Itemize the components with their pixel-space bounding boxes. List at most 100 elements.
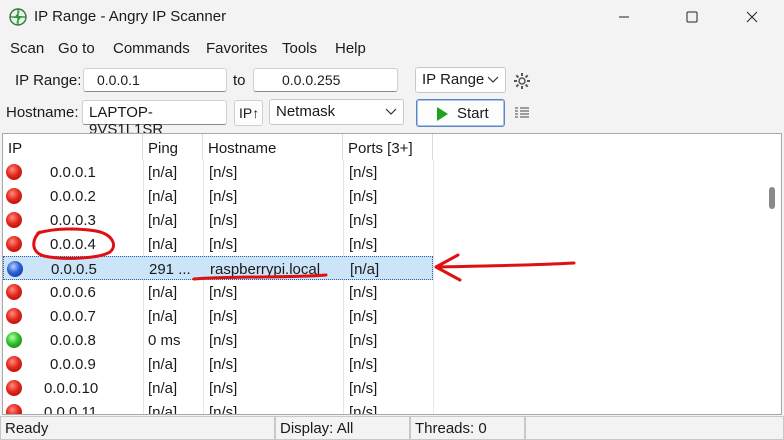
hostname-input[interactable]: LAPTOP-9VS1L1SR <box>82 100 227 138</box>
cell-hostname: raspberrypi.local <box>210 261 321 278</box>
table-row[interactable]: 0.0.0.8 0 ms [n/s] [n/s] <box>3 328 433 352</box>
gear-icon[interactable] <box>513 72 531 90</box>
table-row[interactable]: 0.0.0.7 [n/a] [n/s] [n/s] <box>3 304 433 328</box>
cell-hostname: [n/s] <box>209 356 238 373</box>
menu-go-to[interactable]: Go to <box>58 40 95 57</box>
menu-tools[interactable]: Tools <box>282 40 317 57</box>
cell-ping: [n/a] <box>148 284 178 301</box>
status-state: Ready <box>0 416 275 440</box>
ip-to-input[interactable]: 0.0.0.255 <box>253 68 398 92</box>
feeder-select-value: IP Range <box>422 71 485 88</box>
menu-bar: Scan Go to Commands Favorites Tools Help <box>0 38 784 60</box>
status-bar: Ready Display: All Threads: 0 <box>0 416 784 440</box>
results-table[interactable]: IP Ping Hostname Ports [3+] 0.0.0.1 [n/a]… <box>2 133 782 415</box>
cell-ip: 0.0.0.10 <box>44 380 99 397</box>
maximize-button[interactable] <box>669 0 715 34</box>
cell-hostname: [n/s] <box>209 212 238 229</box>
status-progress <box>525 416 784 440</box>
table-row[interactable]: 0.0.0.4 [n/a] [n/s] [n/s] <box>3 232 433 256</box>
ip-up-button[interactable]: IP↑ <box>234 100 263 126</box>
table-row[interactable]: 0.0.0.6 [n/a] [n/s] [n/s] <box>3 280 433 304</box>
cell-ping: 0 ms <box>148 332 181 349</box>
cell-ip: 0.0.0.2 <box>50 188 96 205</box>
start-button[interactable]: Start <box>416 99 505 127</box>
menu-favorites[interactable]: Favorites <box>206 40 268 57</box>
angry-ip-scanner-window: IP Range - Angry IP Scanner Scan Go to C… <box>0 0 784 440</box>
cell-hostname: [n/s] <box>209 188 238 205</box>
cell-ping: [n/a] <box>148 212 178 229</box>
ip-from-input[interactable]: 0.0.0.1 <box>83 68 227 92</box>
cell-ip: 0.0.0.11 <box>44 404 98 415</box>
cell-ip: 0.0.0.4 <box>50 236 96 253</box>
netmask-select-value: Netmask <box>276 103 336 120</box>
cell-ports: [n/s] <box>349 308 378 325</box>
table-header: IP Ping Hostname Ports [3+] <box>3 134 781 160</box>
cell-ip: 0.0.0.6 <box>50 284 96 301</box>
cell-ip: 0.0.0.8 <box>50 332 96 349</box>
title-bar: IP Range - Angry IP Scanner <box>0 0 784 34</box>
feeder-select[interactable]: IP Range <box>415 67 506 93</box>
status-red-dot-icon <box>6 404 22 414</box>
cell-ping: [n/a] <box>148 236 178 253</box>
cell-ping: [n/a] <box>148 308 178 325</box>
status-threads: Threads: 0 <box>410 416 525 440</box>
cell-hostname: [n/s] <box>209 164 238 181</box>
cell-ping: [n/a] <box>148 380 178 397</box>
cell-hostname: [n/s] <box>209 380 238 397</box>
cell-ip: 0.0.0.3 <box>50 212 96 229</box>
status-red-dot-icon <box>6 380 22 396</box>
status-red-dot-icon <box>6 356 22 372</box>
chevron-down-icon <box>487 76 499 83</box>
menu-help[interactable]: Help <box>335 40 366 57</box>
play-icon <box>437 107 448 121</box>
status-red-dot-icon <box>6 236 22 252</box>
table-row[interactable]: 0.0.0.9 [n/a] [n/s] [n/s] <box>3 352 433 376</box>
minimize-icon <box>619 16 629 18</box>
table-row[interactable]: 0.0.0.1 [n/a] [n/s] [n/s] <box>3 160 433 184</box>
cell-hostname: [n/s] <box>209 236 238 253</box>
column-header-hostname[interactable]: Hostname <box>203 134 343 160</box>
cell-ip: 0.0.0.7 <box>50 308 96 325</box>
status-red-dot-icon <box>6 284 22 300</box>
ip-range-label: IP Range: <box>15 72 82 89</box>
chevron-down-icon <box>385 108 397 115</box>
cell-hostname: [n/s] <box>209 332 238 349</box>
vertical-scrollbar[interactable] <box>766 135 781 414</box>
menu-scan[interactable]: Scan <box>10 40 44 57</box>
minimize-button[interactable] <box>601 0 647 34</box>
start-button-label: Start <box>457 105 489 122</box>
cell-ip: 0.0.0.1 <box>50 164 96 181</box>
cell-ip: 0.0.0.5 <box>51 261 97 278</box>
cell-ports: [n/s] <box>349 404 378 415</box>
table-row[interactable]: 0.0.0.11 [n/a] [n/s] [n/s] <box>3 400 433 415</box>
close-button[interactable] <box>729 0 775 34</box>
list-icon[interactable] <box>515 107 529 119</box>
to-label: to <box>233 72 246 89</box>
table-row[interactable]: 0.0.0.2 [n/a] [n/s] [n/s] <box>3 184 433 208</box>
cell-ports: [n/s] <box>349 332 378 349</box>
status-red-dot-icon <box>6 212 22 228</box>
cell-hostname: [n/s] <box>209 404 238 415</box>
cell-hostname: [n/s] <box>209 308 238 325</box>
netmask-select[interactable]: Netmask <box>269 99 404 125</box>
column-header-ports[interactable]: Ports [3+] <box>343 134 433 160</box>
app-icon <box>9 8 27 26</box>
menu-commands[interactable]: Commands <box>113 40 190 57</box>
status-red-dot-icon <box>6 164 22 180</box>
cell-ports: [n/a] <box>350 261 380 278</box>
status-red-dot-icon <box>6 308 22 324</box>
cell-ports: [n/s] <box>349 212 378 229</box>
table-row[interactable]: 0.0.0.3 [n/a] [n/s] [n/s] <box>3 208 433 232</box>
column-header-ping[interactable]: Ping <box>143 134 203 160</box>
cell-ip: 0.0.0.9 <box>50 356 96 373</box>
status-green-dot-icon <box>6 332 22 348</box>
cell-ping: [n/a] <box>148 188 178 205</box>
cell-ports: [n/s] <box>349 356 378 373</box>
table-row[interactable]: 0.0.0.5 291 ... raspberrypi.local [n/a] <box>3 256 433 280</box>
table-row[interactable]: 0.0.0.10 [n/a] [n/s] [n/s] <box>3 376 433 400</box>
scrollbar-thumb[interactable] <box>769 187 775 209</box>
column-header-ip[interactable]: IP <box>3 134 143 160</box>
cell-ping: [n/a] <box>148 404 178 415</box>
status-red-dot-icon <box>6 188 22 204</box>
cell-ports: [n/s] <box>349 236 378 253</box>
